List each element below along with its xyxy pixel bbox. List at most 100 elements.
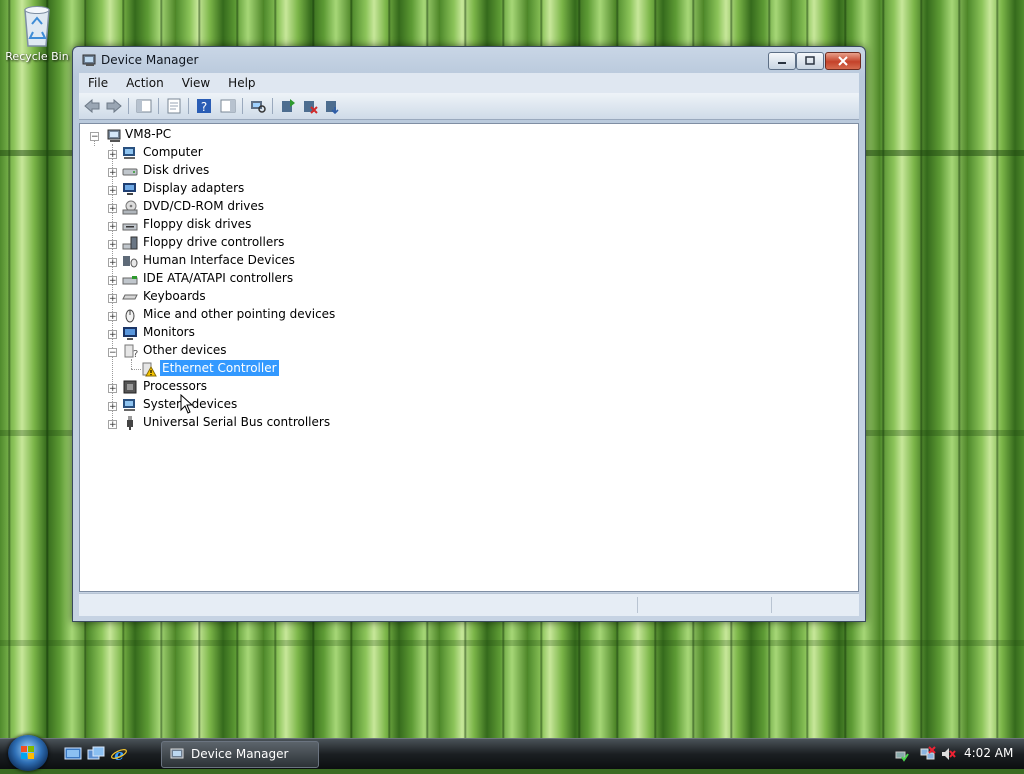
show-desktop-icon[interactable]	[64, 746, 82, 762]
properties-icon[interactable]	[165, 97, 183, 115]
expand-floppy-controllers[interactable]: +	[108, 240, 117, 250]
tree-item-floppy-controllers[interactable]: Floppy drive controllers	[143, 235, 284, 249]
expand-usb-controllers[interactable]: +	[108, 420, 117, 430]
title-bar[interactable]: Device Manager	[73, 47, 865, 73]
taskbar-button-device-manager[interactable]: Device Manager	[161, 741, 319, 768]
tree-item-dvd-drives[interactable]: DVD/CD-ROM drives	[143, 199, 264, 213]
usb-icon	[127, 416, 133, 430]
menu-view[interactable]: View	[173, 76, 219, 90]
windows-start-orb[interactable]	[8, 735, 48, 771]
expand-ide-controllers[interactable]: +	[108, 276, 117, 286]
toolbar-separator	[128, 98, 129, 114]
system-clock[interactable]: 4:02 AM	[964, 746, 1013, 760]
expand-computer[interactable]: +	[108, 150, 117, 160]
tree-connector	[131, 369, 141, 370]
expand-processors[interactable]: +	[108, 384, 117, 394]
scan-hardware-icon[interactable]	[249, 97, 267, 115]
device-tree[interactable]: − VM8-PC + Computer + Disk drives + Disp…	[79, 123, 859, 592]
monitor-icon	[123, 327, 137, 340]
expand-display-adapters[interactable]: +	[108, 186, 117, 196]
recycle-bin-shortcut[interactable]: Recycle Bin	[4, 2, 70, 63]
status-bar	[79, 593, 859, 616]
expand-dvd-drives[interactable]: +	[108, 204, 117, 214]
window-title: Device Manager	[101, 53, 199, 67]
toolbar-separator	[158, 98, 159, 114]
svg-text:?: ?	[201, 100, 207, 114]
tree-item-ide-controllers[interactable]: IDE ATA/ATAPI controllers	[143, 271, 293, 285]
warning-device-icon	[142, 362, 157, 377]
disk-drive-icon	[122, 168, 138, 176]
expand-keyboards[interactable]: +	[108, 294, 117, 304]
status-separator	[771, 597, 772, 613]
toolbar-separator	[188, 98, 189, 114]
device-manager-icon	[82, 54, 96, 66]
show-hide-console-tree-icon[interactable]	[135, 97, 153, 115]
menu-action[interactable]: Action	[117, 76, 173, 90]
maximize-button[interactable]	[796, 52, 824, 70]
toolbar: ?	[79, 93, 859, 120]
expand-system-devices[interactable]: +	[108, 402, 117, 412]
expand-mice[interactable]: +	[108, 312, 117, 322]
device-manager-icon	[170, 748, 184, 759]
tree-item-monitors[interactable]: Monitors	[143, 325, 195, 339]
unknown-device-icon: ?	[124, 344, 138, 359]
menu-help[interactable]: Help	[219, 76, 264, 90]
svg-text:?: ?	[133, 349, 138, 359]
recycle-bin-label: Recycle Bin	[5, 50, 69, 63]
device-manager-window[interactable]: Device Manager File Action View Help ? −…	[72, 46, 866, 622]
forward-icon[interactable]	[105, 97, 123, 115]
tree-item-mice[interactable]: Mice and other pointing devices	[143, 307, 335, 321]
root-collapse-toggle[interactable]: −	[90, 132, 99, 142]
svg-text:e: e	[114, 746, 124, 762]
expand-hid[interactable]: +	[108, 258, 117, 268]
action-pane-icon[interactable]	[219, 97, 237, 115]
expand-floppy-drives[interactable]: +	[108, 222, 117, 232]
close-button[interactable]	[825, 52, 861, 70]
tree-item-ethernet-controller[interactable]: Ethernet Controller	[160, 360, 279, 376]
volume-muted-icon[interactable]	[940, 746, 956, 762]
system-device-icon	[123, 399, 135, 411]
minimize-button[interactable]	[768, 52, 796, 70]
tree-item-display-adapters[interactable]: Display adapters	[143, 181, 244, 195]
status-separator	[637, 597, 638, 613]
network-disconnected-icon[interactable]	[920, 746, 936, 762]
tree-item-processors[interactable]: Processors	[143, 379, 207, 393]
minimize-icon	[778, 62, 786, 64]
expand-disk-drives[interactable]: +	[108, 168, 117, 178]
keyboard-icon	[122, 294, 138, 300]
display-adapter-icon	[123, 183, 136, 195]
maximize-icon	[805, 56, 815, 65]
menu-file[interactable]: File	[79, 76, 117, 90]
internet-explorer-icon[interactable]: e	[110, 746, 128, 762]
menu-bar: File Action View Help	[79, 73, 859, 93]
tree-item-usb-controllers[interactable]: Universal Serial Bus controllers	[143, 415, 330, 429]
floppy-controller-icon	[122, 236, 138, 250]
tree-item-disk-drives[interactable]: Disk drives	[143, 163, 209, 177]
taskbar: e Device Manager 4:02 AM	[0, 735, 1024, 771]
expand-monitors[interactable]: +	[108, 330, 117, 340]
help-icon[interactable]: ?	[195, 97, 213, 115]
back-icon[interactable]	[83, 97, 101, 115]
tree-item-floppy-drives[interactable]: Floppy disk drives	[143, 217, 251, 231]
close-icon	[838, 56, 848, 66]
tree-item-keyboards[interactable]: Keyboards	[143, 289, 206, 303]
ide-controller-icon	[122, 276, 138, 285]
switch-windows-icon[interactable]	[87, 746, 105, 762]
tree-item-other-devices[interactable]: Other devices	[143, 343, 227, 357]
collapse-other-devices[interactable]: −	[108, 348, 117, 358]
dvd-drive-icon	[122, 200, 138, 215]
computer-root-icon	[107, 129, 121, 142]
taskbar-button-label: Device Manager	[191, 747, 289, 761]
safely-remove-hardware-icon[interactable]	[893, 746, 909, 762]
update-driver-icon[interactable]	[279, 97, 297, 115]
computer-icon	[123, 147, 135, 159]
tree-item-computer[interactable]: Computer	[143, 145, 203, 159]
mouse-icon	[125, 309, 135, 323]
toolbar-separator	[272, 98, 273, 114]
processor-icon	[123, 380, 137, 394]
tree-root-label[interactable]: VM8-PC	[125, 127, 171, 141]
disable-icon[interactable]	[323, 97, 341, 115]
uninstall-icon[interactable]	[301, 97, 319, 115]
tree-item-hid[interactable]: Human Interface Devices	[143, 253, 295, 267]
mouse-pointer-icon	[180, 394, 194, 414]
